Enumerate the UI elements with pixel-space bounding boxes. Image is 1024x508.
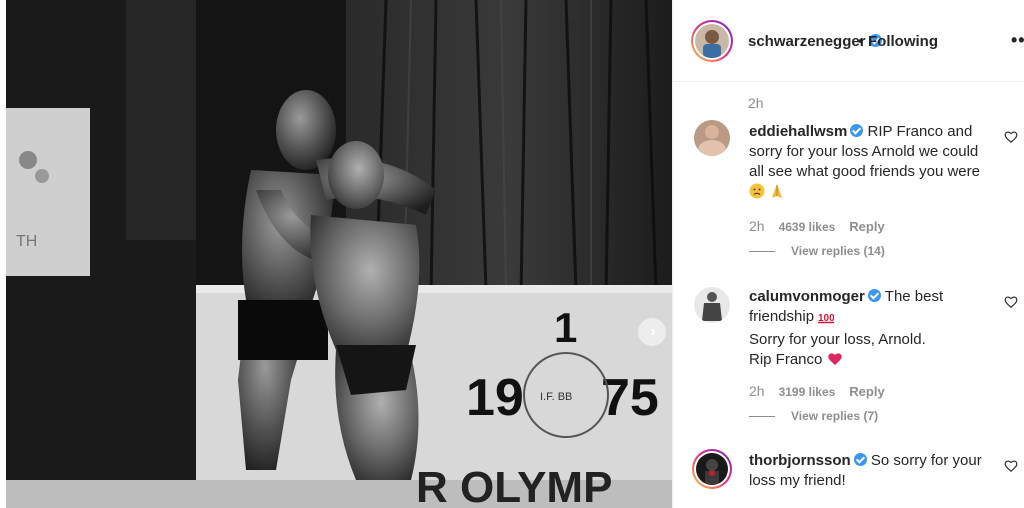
comment-body-line-3: Rip Franco bbox=[749, 351, 823, 368]
like-heart-icon[interactable] bbox=[1004, 295, 1018, 309]
author-username-text[interactable]: schwarzenegger bbox=[748, 33, 866, 50]
reply-button[interactable]: Reply bbox=[849, 219, 884, 234]
comment-text: calumvonmoger The best friendship 100 So… bbox=[749, 287, 989, 373]
comment-body-line-2: Sorry for your loss, Arnold. bbox=[749, 331, 926, 348]
reply-button[interactable]: Reply bbox=[849, 384, 884, 399]
view-replies-button[interactable]: View replies (14) bbox=[749, 244, 885, 258]
sign-text: TH bbox=[16, 233, 37, 250]
comment-time: 2h bbox=[749, 218, 765, 234]
commenter-avatar[interactable] bbox=[694, 120, 730, 156]
divider-line bbox=[749, 251, 775, 253]
commenter-username[interactable]: thorbjornsson bbox=[749, 452, 851, 469]
comment-meta: 2h 4639 likes Reply bbox=[749, 218, 885, 234]
chevron-right-icon: › bbox=[650, 323, 656, 340]
divider-line bbox=[749, 416, 775, 418]
red-heart-emoji-icon bbox=[827, 351, 843, 373]
post-header: schwarzenegger • Following ••• bbox=[673, 0, 1024, 82]
like-heart-icon[interactable] bbox=[1004, 130, 1018, 144]
author-avatar[interactable] bbox=[691, 20, 733, 62]
following-button[interactable]: Following bbox=[868, 33, 938, 50]
hundred-points-emoji-icon: 100 bbox=[818, 310, 835, 330]
year-right: 75 bbox=[601, 369, 659, 427]
verified-badge-icon bbox=[850, 124, 864, 137]
view-replies-label[interactable]: View replies (14) bbox=[791, 244, 885, 258]
more-options-icon[interactable]: ••• bbox=[1011, 30, 1024, 51]
comment-likes[interactable]: 4639 likes bbox=[779, 220, 836, 234]
commenter-avatar[interactable] bbox=[692, 449, 732, 489]
banner-text: R OLYMP bbox=[416, 463, 612, 508]
stage-number: 1 bbox=[554, 304, 577, 351]
commenter-avatar[interactable] bbox=[694, 287, 730, 323]
view-replies-button[interactable]: View replies (7) bbox=[749, 409, 878, 423]
verified-badge-icon bbox=[853, 453, 867, 466]
view-replies-label[interactable]: View replies (7) bbox=[791, 409, 878, 423]
like-heart-icon[interactable] bbox=[1004, 459, 1018, 473]
comment-likes[interactable]: 3199 likes bbox=[779, 385, 836, 399]
comment-text: eddiehallwsm RIP Franco and sorry for yo… bbox=[749, 122, 989, 205]
separator-dot: • bbox=[858, 33, 864, 50]
logo-text: I.F. BB bbox=[540, 391, 572, 403]
comment-time: 2h bbox=[749, 383, 765, 399]
comment-meta: 2h 3199 likes Reply bbox=[749, 383, 885, 399]
comment-text: thorbjornsson So sorry for your loss my … bbox=[749, 451, 989, 491]
sad-face-emoji-icon bbox=[749, 183, 765, 205]
post-photo[interactable]: TH 1 19 75 I.F. BB R OLYMP › bbox=[6, 0, 672, 508]
caption-time: 2h bbox=[748, 95, 764, 111]
post-side-panel: schwarzenegger • Following ••• 2h eddieh… bbox=[672, 0, 1024, 508]
bodybuilders-photo: TH 1 19 75 I.F. BB R OLYMP bbox=[6, 0, 672, 508]
commenter-username[interactable]: eddiehallwsm bbox=[749, 123, 847, 140]
verified-badge-icon bbox=[867, 289, 881, 302]
commenter-username[interactable]: calumvonmoger bbox=[749, 288, 865, 305]
year-left: 19 bbox=[466, 369, 524, 427]
next-photo-button[interactable]: › bbox=[638, 318, 666, 346]
praying-hands-emoji-icon bbox=[769, 183, 785, 205]
